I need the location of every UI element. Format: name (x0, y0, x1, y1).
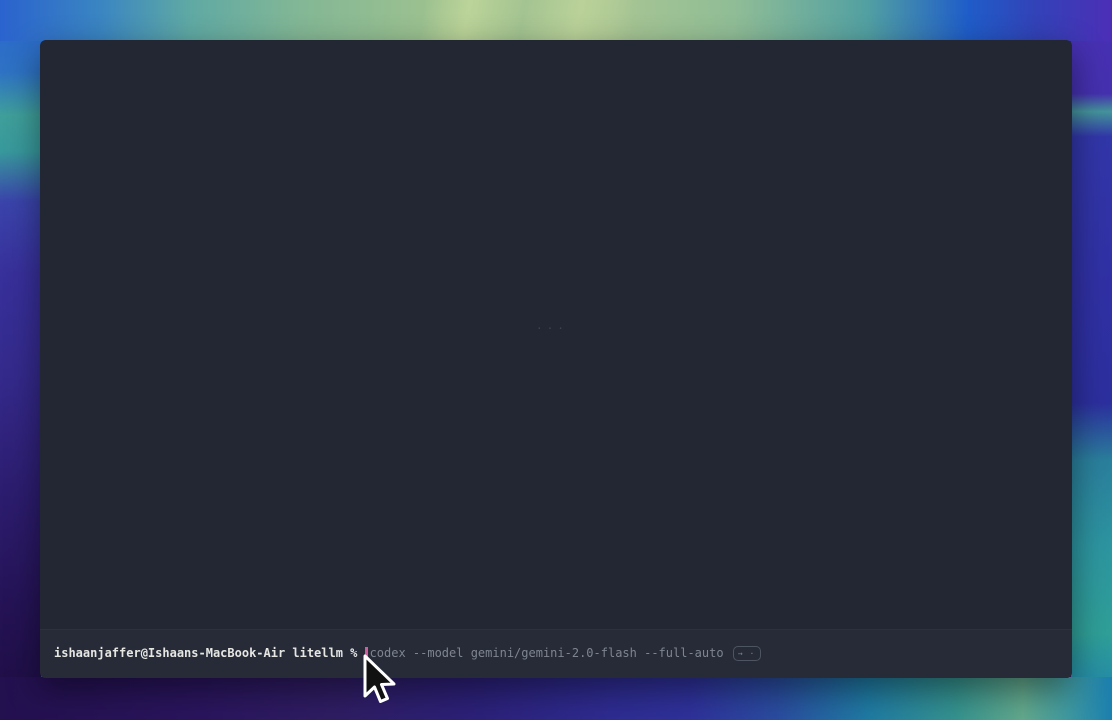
command-suggestion-text: codex --model gemini/gemini-2.0-flash --… (370, 646, 724, 661)
desktop: ··· ishaanjaffer@Ishaans-MacBook-Air lit… (0, 0, 1112, 720)
wallpaper-right-edge (1071, 0, 1112, 720)
command-input[interactable]: codex --model gemini/gemini-2.0-flash --… (365, 646, 724, 661)
terminal-output-area[interactable]: ··· (40, 40, 1072, 629)
terminal-center-ellipsis: ··· (536, 322, 568, 335)
shell-prompt[interactable]: ishaanjaffer@Ishaans-MacBook-Air litellm… (54, 646, 761, 661)
terminal-prompt-bar: ishaanjaffer@Ishaans-MacBook-Air litellm… (40, 629, 1072, 678)
suggestion-hint-badge: → · (733, 646, 761, 661)
prompt-directory: litellm (292, 646, 343, 661)
terminal-window[interactable]: ··· ishaanjaffer@Ishaans-MacBook-Air lit… (40, 40, 1072, 678)
prompt-user-host: ishaanjaffer@Ishaans-MacBook-Air (54, 646, 285, 661)
wallpaper-bottom-edge (0, 677, 1112, 720)
text-caret (365, 647, 368, 660)
prompt-symbol: % (350, 646, 357, 661)
wallpaper-top-edge (0, 0, 1112, 41)
wallpaper-left-edge (0, 0, 41, 720)
